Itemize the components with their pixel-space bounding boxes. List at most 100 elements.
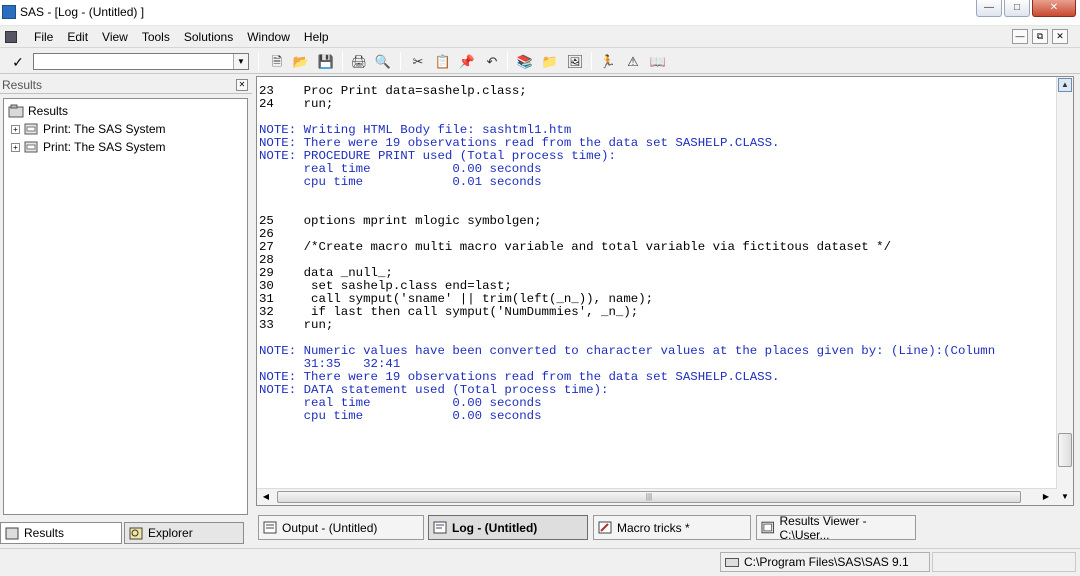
tab-results-viewer[interactable]: Results Viewer - C:\User... <box>756 514 916 542</box>
menu-tools[interactable]: Tools <box>135 29 177 45</box>
line-text: data _null_; <box>273 266 393 280</box>
line-number: 26 <box>259 227 274 241</box>
paste-icon[interactable]: 📌 <box>458 53 476 70</box>
tree-item[interactable]: + Print: The SAS System <box>11 138 166 156</box>
line-text: NOTE: Numeric values have been converted… <box>259 344 996 358</box>
doc-close-button[interactable]: ✕ <box>1052 29 1068 44</box>
line-number: 31 <box>259 292 274 306</box>
toolbar-separator <box>591 52 592 71</box>
tab-explorer[interactable]: Explorer <box>124 522 244 544</box>
log-code-line: 25 options mprint mlogic symbolgen; <box>259 215 542 228</box>
vertical-scrollbar[interactable]: ▲ ▼ <box>1056 77 1073 505</box>
undo-icon[interactable]: ↶ <box>483 53 501 70</box>
log-code-line: 27 /*Create macro multi macro variable a… <box>259 241 891 254</box>
status-bar: C:\Program Files\SAS\SAS 9.1 <box>0 548 1080 576</box>
line-number: 33 <box>259 318 274 332</box>
open-icon[interactable]: 📂 <box>292 53 310 70</box>
library-icon[interactable]: 📚 <box>516 53 534 70</box>
tab-macro-tricks-label: Macro tricks * <box>617 520 690 535</box>
line-text: NOTE: PROCEDURE PRINT used (Total proces… <box>259 149 616 163</box>
horizontal-scroll-thumb[interactable]: ||| <box>277 491 1021 503</box>
menu-view[interactable]: View <box>95 29 135 45</box>
copy-icon[interactable]: 📋 <box>434 53 452 70</box>
output-window-icon <box>263 521 277 534</box>
results-folder-icon <box>8 104 24 118</box>
document-menu-icon[interactable] <box>5 31 17 43</box>
line-text: Proc Print data=sashelp.class; <box>273 84 527 98</box>
line-number: 32 <box>259 305 274 319</box>
window-controls: — □ ✕ <box>976 0 1076 17</box>
line-text: NOTE: Writing HTML Body file: sashtml1.h… <box>259 123 572 137</box>
print-output-icon <box>24 141 38 153</box>
print-preview-icon[interactable]: 🔍 <box>374 53 392 70</box>
line-text: NOTE: There were 19 observations read fr… <box>259 370 780 384</box>
line-text: run; <box>273 97 334 111</box>
menu-window[interactable]: Window <box>240 29 297 45</box>
log-note-line: cpu time 0.01 seconds <box>259 176 542 189</box>
tree-root-label: Results <box>28 104 69 118</box>
line-text: /*Create macro multi macro variable and … <box>273 240 892 254</box>
window-tab-bar: Output - (Untitled) Log - (Untitled) Mac… <box>256 514 1076 542</box>
close-button[interactable]: ✕ <box>1032 0 1076 17</box>
explorer-icon[interactable]: 📁 <box>541 53 559 70</box>
vertical-scroll-thumb[interactable] <box>1058 433 1072 467</box>
toolbar-separator <box>342 52 343 71</box>
log-code-line: 24 run; <box>259 98 333 111</box>
cut-icon[interactable]: ✂ <box>409 53 427 70</box>
tab-results[interactable]: Results <box>0 522 122 544</box>
toolbar: ✓ ▼ 🗎 📂 💾 🖨 🔍 ✂ 📋 📌 ↶ 📚 📁 🖼 🏃 ⚠ 📖 <box>0 49 1080 74</box>
results-tab-icon <box>5 527 19 539</box>
line-number: 27 <box>259 240 274 254</box>
current-folder[interactable]: C:\Program Files\SAS\SAS 9.1 <box>720 552 930 572</box>
line-text: NOTE: There were 19 observations read fr… <box>259 136 780 150</box>
command-box[interactable]: ▼ <box>33 53 249 70</box>
menu-solutions[interactable]: Solutions <box>177 29 240 45</box>
tab-explorer-label: Explorer <box>148 526 193 540</box>
expand-icon[interactable]: + <box>11 142 20 152</box>
save-icon[interactable]: 💾 <box>317 53 335 70</box>
tab-output-label: Output - (Untitled) <box>282 520 378 535</box>
tab-log-label: Log - (Untitled) <box>452 520 538 535</box>
tree-root[interactable]: Results <box>8 102 68 120</box>
tree-item[interactable]: + Print: The SAS System <box>11 120 166 138</box>
close-icon[interactable]: ✕ <box>236 79 248 91</box>
break-icon[interactable]: ⚠ <box>624 53 642 70</box>
chevron-down-icon[interactable]: ▼ <box>233 54 248 69</box>
print-icon[interactable]: 🖨 <box>350 53 368 70</box>
tab-macro-tricks[interactable]: Macro tricks * <box>593 515 751 540</box>
sas-app-icon[interactable] <box>2 5 16 19</box>
print-output-icon <box>24 123 38 135</box>
results-icon[interactable]: 🖼 <box>566 53 584 70</box>
scroll-down-icon[interactable]: ▼ <box>1058 490 1072 504</box>
menu-file[interactable]: File <box>27 29 60 45</box>
menu-items: File Edit View Tools Solutions Window He… <box>27 29 336 45</box>
tab-log[interactable]: Log - (Untitled) <box>428 515 588 540</box>
line-number: 24 <box>259 97 274 111</box>
horizontal-scrollbar[interactable]: ◀ ||| ▶ <box>257 488 1057 505</box>
log-content[interactable]: 23 Proc Print data=sashelp.class; 24 run;… <box>257 81 1057 489</box>
log-note-line: cpu time 0.00 seconds <box>259 410 542 423</box>
doc-minimize-button[interactable]: — <box>1012 29 1028 44</box>
new-icon[interactable]: 🗎 <box>268 53 286 70</box>
scroll-up-icon[interactable]: ▲ <box>1058 78 1072 92</box>
tab-output[interactable]: Output - (Untitled) <box>258 515 424 540</box>
menu-edit[interactable]: Edit <box>60 29 95 45</box>
line-text: call symput('sname' || trim(left(_n_)), … <box>273 292 654 306</box>
line-text: real time 0.00 seconds <box>259 162 542 176</box>
minimize-button[interactable]: — <box>976 0 1002 17</box>
tree-item-label: Print: The SAS System <box>43 122 166 136</box>
line-text: 31:35 32:41 <box>259 357 401 371</box>
doc-restore-button[interactable]: ⧉ <box>1032 29 1048 44</box>
scroll-right-icon[interactable]: ▶ <box>1039 490 1053 504</box>
menu-help[interactable]: Help <box>297 29 336 45</box>
window-title: SAS - [Log - (Untitled) ] <box>20 5 145 19</box>
maximize-button[interactable]: □ <box>1004 0 1030 17</box>
line-number: 25 <box>259 214 274 228</box>
submit-run-icon[interactable]: 🏃 <box>599 53 617 70</box>
checkmark-icon[interactable]: ✓ <box>8 53 28 71</box>
scroll-left-icon[interactable]: ◀ <box>259 490 273 504</box>
line-number: 23 <box>259 84 274 98</box>
help-book-icon[interactable]: 📖 <box>649 53 667 70</box>
line-text: real time 0.00 seconds <box>259 396 542 410</box>
expand-icon[interactable]: + <box>11 124 20 134</box>
